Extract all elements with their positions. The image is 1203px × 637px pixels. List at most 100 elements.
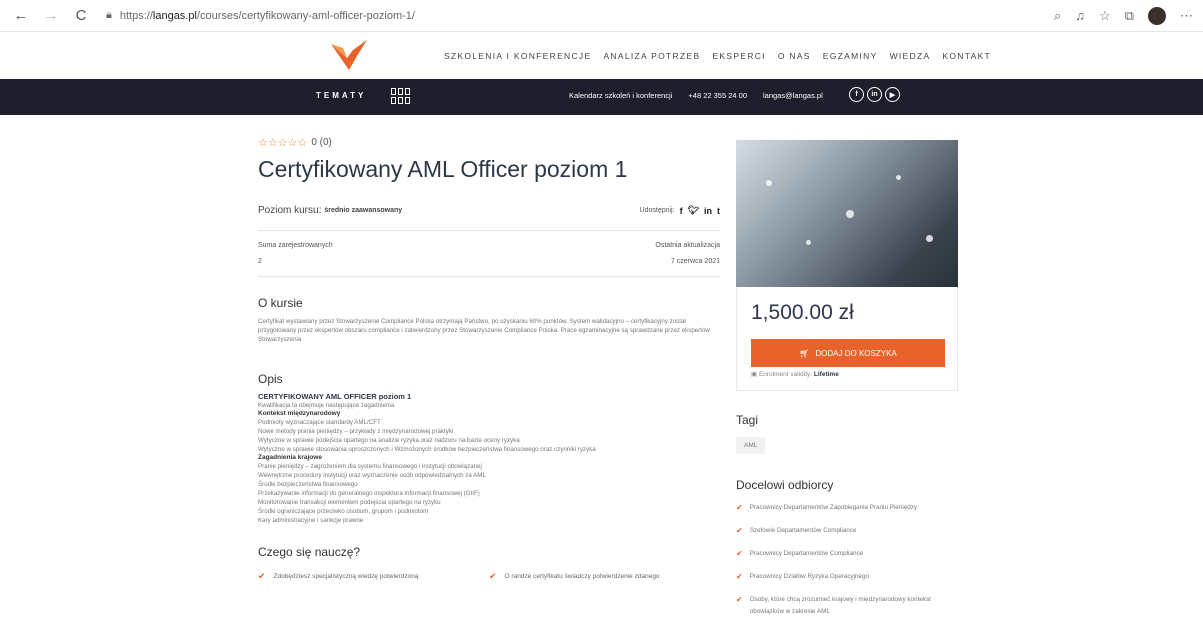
- about-heading: O kursie: [258, 296, 303, 310]
- nav-item-wiedza[interactable]: WIEDZA: [890, 51, 931, 61]
- description-item: Pranie pieniędzy – zagrożeniem dla syste…: [258, 463, 482, 470]
- divider: [258, 230, 720, 231]
- updated-stat: Ostatnia aktualizacja 7 czerwca 2021: [655, 242, 720, 265]
- nav-item-szkolenia[interactable]: SZKOLENIA I KONFERENCJE: [444, 51, 592, 61]
- description-item: Nowe metody prania pieniędzy – przykłady…: [258, 428, 454, 435]
- site-header: SZKOLENIA I KONFERENCJE ANALIZA POTRZEB …: [0, 32, 1203, 79]
- description-item: Przekazywanie informacji do generalnego …: [258, 490, 480, 497]
- profile-avatar[interactable]: [1148, 6, 1166, 25]
- read-aloud-icon[interactable]: ♫: [1075, 8, 1085, 23]
- back-icon[interactable]: ←: [10, 5, 32, 27]
- audience-item-text: Pracownicy Działów Ryzyka Operacyjnego: [749, 573, 870, 580]
- browser-toolbar: ← → C 🔒︎ https://langas.pl/courses/certy…: [0, 0, 1203, 32]
- collections-icon[interactable]: ⧉: [1125, 8, 1134, 24]
- more-icon[interactable]: ⋯: [1180, 8, 1193, 24]
- description-item: Kary administracyjne i sankcje prawne: [258, 517, 364, 524]
- enrolled-value: 2: [258, 258, 262, 265]
- add-to-cart-label: DODAJ DO KOSZYKA: [815, 348, 897, 358]
- main-nav: SZKOLENIA I KONFERENCJE ANALIZA POTRZEB …: [438, 51, 997, 61]
- learn-item: ✔ O randze certyfikatu świadczy potwierd…: [489, 571, 720, 582]
- share-linkedin-icon[interactable]: in: [704, 206, 712, 216]
- level-value[interactable]: średnio zaawansowany: [324, 207, 402, 214]
- description-title: CERTYFIKOWANY AML OFFICER poziom 1: [258, 392, 412, 401]
- nav-item-o-nas[interactable]: O NAS: [778, 51, 811, 61]
- nav-item-kontakt[interactable]: KONTAKT: [942, 51, 991, 61]
- share-links: Udostępnij: f 🐦︎ in t: [640, 205, 720, 216]
- description-item: Wewnętrzne procedury instytucji oraz wyz…: [258, 472, 486, 479]
- learn-item-text: O randze certyfikatu świadczy potwierdze…: [504, 573, 660, 580]
- course-content: ☆☆☆☆☆ 0 (0) Certyfikowany AML Officer po…: [258, 136, 720, 582]
- learn-heading: Czego się nauczę?: [258, 545, 361, 559]
- audience-heading: Docelowi odbiorcy: [736, 478, 834, 492]
- rating-value: 0 (0): [311, 137, 332, 148]
- checkmark-icon: ✔: [736, 595, 743, 604]
- nav-item-analiza[interactable]: ANALIZA POTRZEB: [603, 51, 700, 61]
- facebook-icon[interactable]: f: [849, 87, 864, 102]
- tags-heading: Tagi: [736, 413, 759, 427]
- description-item: Wytyczne w sprawie stosowania uproszczon…: [258, 446, 596, 453]
- description-subheading: Zagadnienia krajowe: [258, 454, 322, 461]
- learn-list: ✔ Zdobędziesz specjalistyczną wiedzę pot…: [258, 571, 720, 582]
- favorites-icon[interactable]: ☆: [1099, 8, 1111, 24]
- audience-item-text: Pracownicy Departamentów Compliance: [749, 550, 864, 557]
- checkmark-icon: ✔: [258, 571, 266, 581]
- social-links: f in ▶: [849, 87, 900, 102]
- enrolment-validity: ▣ Enrolment validity: Lifetime: [751, 370, 943, 378]
- checkmark-icon: ✔: [736, 503, 743, 512]
- audience-item: ✔ Pracownicy Departamentów Compliance: [736, 548, 958, 560]
- add-to-cart-button[interactable]: 🛒︎ DODAJ DO KOSZYKA: [751, 339, 945, 367]
- checkmark-icon: ✔: [736, 549, 743, 558]
- linkedin-icon[interactable]: in: [867, 87, 882, 102]
- langas-logo[interactable]: [329, 38, 369, 72]
- checkmark-icon: ✔: [736, 526, 743, 535]
- updated-label: Ostatnia aktualizacja: [655, 242, 720, 249]
- url-path: /courses/certyfikowany-aml-officer-pozio…: [196, 9, 415, 22]
- cart-icon: 🛒︎: [799, 348, 810, 358]
- description-heading: Opis: [258, 372, 283, 386]
- nav-item-egzaminy[interactable]: EGZAMINY: [823, 51, 878, 61]
- share-label: Udostępnij:: [639, 207, 675, 214]
- zoom-icon[interactable]: ⌕: [1054, 8, 1061, 24]
- share-facebook-icon[interactable]: f: [680, 206, 683, 216]
- course-image: [736, 140, 958, 287]
- description-item: Środki ograniczające przeciwko osobom, g…: [258, 508, 429, 515]
- email-link[interactable]: langas@langas.pl: [763, 91, 823, 100]
- topics-bar: TEMATY Kalendarz szkoleń i konferencji +…: [0, 79, 1203, 115]
- description-item: Środki bezpieczeństwa finansowego: [258, 481, 358, 488]
- share-tumblr-icon[interactable]: t: [717, 206, 720, 216]
- reload-icon[interactable]: C: [70, 5, 92, 27]
- audience-item: ✔ Osoby, które chcą zrozumieć krajowy i m…: [736, 594, 958, 618]
- learn-item: ✔ Zdobędziesz specjalistyczną wiedzę pot…: [258, 571, 489, 582]
- topics-label[interactable]: TEMATY: [316, 91, 366, 100]
- description-item: Monitorowanie transakcji elementem podej…: [258, 499, 441, 506]
- grid-menu-icon[interactable]: [391, 88, 411, 106]
- audience-list: ✔ Pracownicy Departamentów Zapobiegania P…: [736, 502, 958, 618]
- course-level-row: Poziom kursu: średnio zaawansowany Udost…: [258, 205, 720, 216]
- forward-icon[interactable]: →: [40, 5, 62, 27]
- url-prefix: https://: [119, 9, 153, 22]
- description-item: Wytyczne w sprawie podejścia opartego na…: [258, 437, 520, 444]
- audience-item-text: Szefowie Departamentów Compliance: [749, 527, 857, 534]
- calendar-icon: ▣: [751, 371, 758, 378]
- audience-item: ✔ Szefowie Departamentów Compliance: [736, 525, 958, 537]
- course-sidebar: 1,500.00 zł 🛒︎ DODAJ DO KOSZYKA ▣ Enrolm…: [736, 140, 958, 629]
- phone-link[interactable]: +48 22 355 24 00: [688, 91, 747, 100]
- learn-item-text: Zdobędziesz specjalistyczną wiedzę potwi…: [273, 573, 419, 580]
- enrolled-label: Suma zarejestrowanych: [258, 242, 333, 249]
- youtube-icon[interactable]: ▶: [885, 87, 900, 102]
- price-box: 1,500.00 zł 🛒︎ DODAJ DO KOSZYKA ▣ Enrolm…: [736, 287, 958, 391]
- audience-item-text: Osoby, które chcą zrozumieć krajowy i mi…: [749, 596, 931, 615]
- audience-item: ✔ Pracownicy Departamentów Zapobiegania P…: [736, 502, 958, 514]
- tag-aml[interactable]: AML: [736, 437, 766, 454]
- nav-item-eksperci[interactable]: EKSPERCI: [712, 51, 765, 61]
- audience-section: Docelowi odbiorcy ✔ Pracownicy Departamen…: [736, 478, 958, 618]
- browser-actions: ⌕ ♫ ☆ ⧉ ⋯: [1054, 6, 1193, 25]
- audience-item-text: Pracownicy Departamentów Zapobiegania Pr…: [749, 504, 918, 511]
- audience-item: ✔ Pracownicy Działów Ryzyka Operacyjnego: [736, 571, 958, 583]
- calendar-link[interactable]: Kalendarz szkoleń i konferencji: [569, 91, 672, 100]
- page-title: Certyfikowany AML Officer poziom 1: [258, 156, 628, 182]
- share-twitter-icon[interactable]: 🐦︎: [688, 205, 699, 216]
- rating-stars-icon: ☆☆☆☆☆: [258, 137, 308, 149]
- address-bar[interactable]: 🔒︎ https://langas.pl/courses/certyfikowa…: [106, 9, 415, 22]
- description-section: Opis CERTYFIKOWANY AML OFFICER poziom 1 …: [258, 372, 720, 525]
